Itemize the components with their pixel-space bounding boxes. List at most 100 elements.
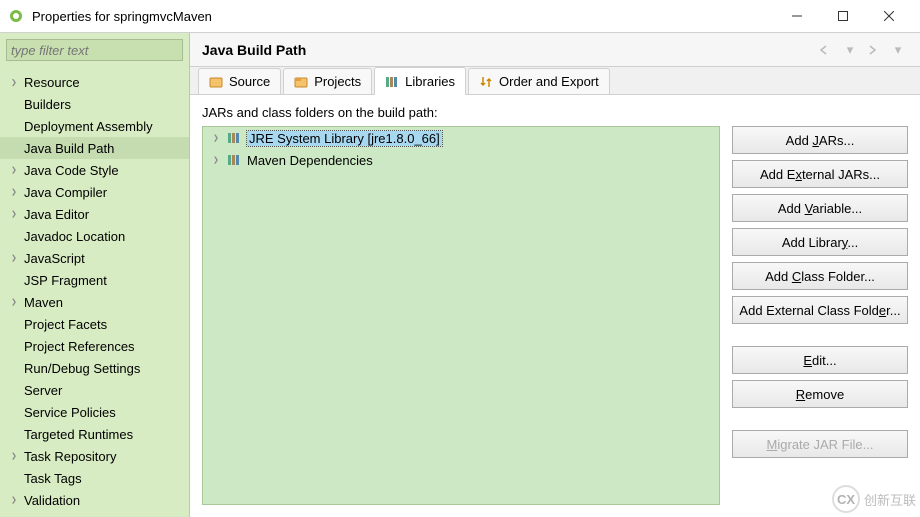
sidebar-item-label: Java Compiler (22, 185, 107, 200)
sidebar-item-label: Targeted Runtimes (22, 427, 133, 442)
forward-menu-icon[interactable]: ▾ (888, 40, 908, 60)
sidebar-item-label: Server (22, 383, 62, 398)
back-icon[interactable] (816, 40, 836, 60)
remove-button[interactable]: Remove (732, 380, 908, 408)
expand-arrow-icon[interactable]: ❯ (8, 210, 19, 218)
button-column: Add JARs... Add External JARs... Add Var… (732, 126, 908, 505)
list-label: JARs and class folders on the build path… (202, 105, 908, 120)
migrate-jar-button: Migrate JAR File... (732, 430, 908, 458)
sidebar-item-targeted-runtimes[interactable]: Targeted Runtimes (0, 423, 189, 445)
filter-input[interactable] (6, 39, 183, 61)
sidebar-item-project-facets[interactable]: Project Facets (0, 313, 189, 335)
sidebar-item-run-debug-settings[interactable]: Run/Debug Settings (0, 357, 189, 379)
sidebar-item-label: JSP Fragment (22, 273, 107, 288)
sidebar-item-resource[interactable]: ❯Resource (0, 71, 189, 93)
libraries-tree[interactable]: ❯ JRE System Library [jre1.8.0_66] ❯ Maven … (202, 126, 720, 505)
expand-arrow-icon[interactable]: ❯ (211, 134, 221, 142)
content-header: Java Build Path ▾ ▾ (190, 33, 920, 67)
edit-button[interactable]: Edit... (732, 346, 908, 374)
sidebar-item-label: Maven (22, 295, 63, 310)
maximize-button[interactable] (820, 0, 866, 32)
tab-label: Source (229, 74, 270, 89)
sidebar-item-web-content-settings[interactable]: Web Content Settings (0, 511, 189, 517)
content-area: Java Build Path ▾ ▾ Source Projects Librar… (190, 33, 920, 517)
sidebar-item-label: Run/Debug Settings (22, 361, 140, 376)
sidebar-item-java-compiler[interactable]: ❯Java Compiler (0, 181, 189, 203)
watermark: CX 创新互联 (832, 485, 916, 513)
sidebar-item-label: Java Code Style (22, 163, 119, 178)
close-button[interactable] (866, 0, 912, 32)
category-tree[interactable]: ❯ResourceBuildersDeployment AssemblyJava… (0, 67, 189, 517)
filter-box (6, 39, 183, 61)
sidebar-item-java-editor[interactable]: ❯Java Editor (0, 203, 189, 225)
expand-arrow-icon[interactable]: ❯ (8, 254, 19, 262)
expand-arrow-icon[interactable]: ❯ (8, 166, 19, 174)
sidebar: ❯ResourceBuildersDeployment AssemblyJava… (0, 33, 190, 517)
sidebar-item-label: Resource (22, 75, 80, 90)
sidebar-item-label: JavaScript (22, 251, 85, 266)
sidebar-item-javadoc-location[interactable]: Javadoc Location (0, 225, 189, 247)
tab-label: Order and Export (499, 74, 599, 89)
sidebar-item-label: Project Facets (22, 317, 107, 332)
expand-arrow-icon[interactable]: ❯ (8, 452, 19, 460)
library-label: JRE System Library [jre1.8.0_66] (247, 131, 442, 146)
add-external-class-folder-button[interactable]: Add External Class Folder... (732, 296, 908, 324)
tab-libraries[interactable]: Libraries (374, 67, 466, 95)
sidebar-item-label: Java Editor (22, 207, 89, 222)
forward-icon[interactable] (864, 40, 884, 60)
sidebar-item-task-tags[interactable]: Task Tags (0, 467, 189, 489)
sidebar-item-jsp-fragment[interactable]: JSP Fragment (0, 269, 189, 291)
sidebar-item-label: Javadoc Location (22, 229, 125, 244)
library-icon (227, 131, 243, 145)
sidebar-item-project-references[interactable]: Project References (0, 335, 189, 357)
expand-arrow-icon[interactable]: ❯ (8, 298, 19, 306)
source-icon (209, 75, 223, 89)
sidebar-item-label: Validation (22, 493, 80, 508)
sidebar-item-task-repository[interactable]: ❯Task Repository (0, 445, 189, 467)
sidebar-item-validation[interactable]: ❯Validation (0, 489, 189, 511)
sidebar-item-label: Task Repository (22, 449, 116, 464)
sidebar-item-label: Java Build Path (22, 141, 114, 156)
expand-arrow-icon[interactable]: ❯ (8, 496, 19, 504)
sidebar-item-label: Project References (22, 339, 135, 354)
tab-label: Projects (314, 74, 361, 89)
sidebar-item-maven[interactable]: ❯Maven (0, 291, 189, 313)
page-title: Java Build Path (202, 42, 816, 58)
sidebar-item-service-policies[interactable]: Service Policies (0, 401, 189, 423)
expand-arrow-icon[interactable]: ❯ (211, 156, 221, 164)
add-library-button[interactable]: Add Library... (732, 228, 908, 256)
sidebar-item-java-build-path[interactable]: Java Build Path (0, 137, 189, 159)
sidebar-item-javascript[interactable]: ❯JavaScript (0, 247, 189, 269)
sidebar-item-label: Deployment Assembly (22, 119, 153, 134)
sidebar-item-label: Service Policies (22, 405, 116, 420)
add-jars-button[interactable]: Add JARs... (732, 126, 908, 154)
add-variable-button[interactable]: Add Variable... (732, 194, 908, 222)
tab-order-and-export[interactable]: Order and Export (468, 68, 610, 94)
projects-icon (294, 75, 308, 89)
sidebar-item-builders[interactable]: Builders (0, 93, 189, 115)
window-title: Properties for springmvcMaven (32, 9, 774, 24)
sidebar-item-java-code-style[interactable]: ❯Java Code Style (0, 159, 189, 181)
library-item[interactable]: ❯ JRE System Library [jre1.8.0_66] (203, 127, 719, 149)
expand-arrow-icon[interactable]: ❯ (8, 78, 19, 86)
library-label: Maven Dependencies (247, 153, 373, 168)
minimize-button[interactable] (774, 0, 820, 32)
app-icon (8, 8, 24, 24)
expand-arrow-icon[interactable]: ❯ (8, 188, 19, 196)
order-icon (479, 75, 493, 89)
back-menu-icon[interactable]: ▾ (840, 40, 860, 60)
tab-projects[interactable]: Projects (283, 68, 372, 94)
sidebar-item-label: Builders (22, 97, 71, 112)
add-external-jars-button[interactable]: Add External JARs... (732, 160, 908, 188)
tabs: Source Projects Libraries Order and Export (190, 67, 920, 95)
library-icon (227, 153, 243, 167)
titlebar: Properties for springmvcMaven (0, 0, 920, 32)
add-class-folder-button[interactable]: Add Class Folder... (732, 262, 908, 290)
sidebar-item-server[interactable]: Server (0, 379, 189, 401)
sidebar-item-label: Task Tags (22, 471, 82, 486)
tab-source[interactable]: Source (198, 68, 281, 94)
tab-label: Libraries (405, 74, 455, 89)
sidebar-item-deployment-assembly[interactable]: Deployment Assembly (0, 115, 189, 137)
libraries-icon (385, 75, 399, 89)
library-item[interactable]: ❯ Maven Dependencies (203, 149, 719, 171)
